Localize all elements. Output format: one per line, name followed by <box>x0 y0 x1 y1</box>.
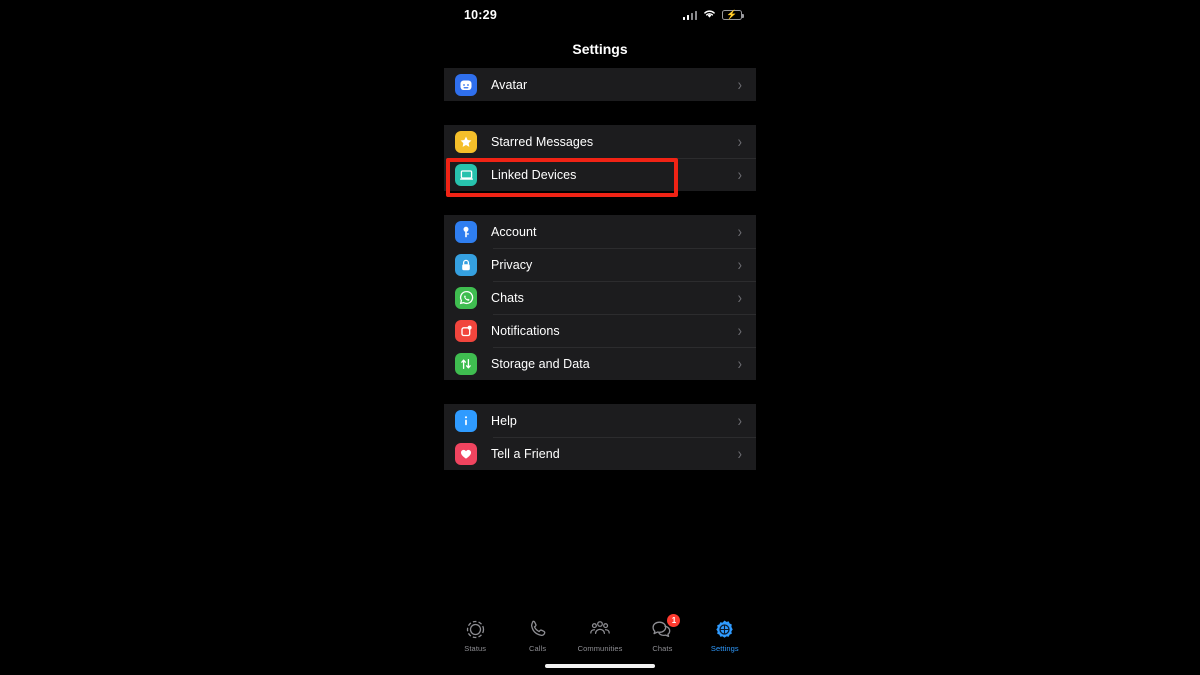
tab-communities[interactable]: Communities <box>569 617 631 653</box>
chevron-right-icon: › <box>737 288 742 307</box>
tab-label: Status <box>464 644 487 653</box>
tab-calls[interactable]: Calls <box>506 617 568 653</box>
settings-row-storage-and-data[interactable]: Storage and Data › <box>444 347 756 380</box>
settings-row-label: Privacy <box>491 257 533 272</box>
settings-group-shortcuts: Starred Messages › Linked Devices › <box>444 125 756 191</box>
settings-row-chats[interactable]: Chats › <box>444 281 756 314</box>
gear-icon <box>714 617 735 641</box>
tab-label: Chats <box>652 644 673 653</box>
settings-group-profile: Avatar › <box>444 68 756 101</box>
chevron-right-icon: › <box>737 75 742 94</box>
settings-row-notifications[interactable]: Notifications › <box>444 314 756 347</box>
chevron-right-icon: › <box>737 411 742 430</box>
phone-screen: 10:29 ⚡ Settings Avatar › Starred Messages… <box>444 0 756 675</box>
arrows-updown-icon <box>455 352 477 375</box>
chevron-right-icon: › <box>737 444 742 463</box>
settings-row-avatar[interactable]: Avatar › <box>444 68 756 101</box>
info-icon <box>455 409 477 432</box>
tab-label: Settings <box>710 644 739 653</box>
settings-row-starred-messages[interactable]: Starred Messages › <box>444 125 756 158</box>
chevron-right-icon: › <box>737 132 742 151</box>
chat-bubbles-icon: 1 <box>651 614 681 641</box>
wifi-icon <box>702 6 717 24</box>
avatar-icon <box>455 73 477 96</box>
settings-row-help[interactable]: Help › <box>444 404 756 437</box>
tab-settings[interactable]: Settings <box>694 617 756 653</box>
settings-row-privacy[interactable]: Privacy › <box>444 248 756 281</box>
phone-icon <box>528 617 548 641</box>
chevron-right-icon: › <box>737 354 742 373</box>
settings-row-label: Linked Devices <box>491 167 577 182</box>
heart-icon <box>455 442 477 465</box>
status-bar-icons: ⚡ <box>682 6 744 24</box>
status-bar-time: 10:29 <box>464 8 497 22</box>
lock-icon <box>455 253 477 276</box>
status-rings-icon <box>465 617 486 641</box>
settings-row-label: Starred Messages <box>491 134 594 149</box>
key-icon <box>455 220 477 243</box>
settings-row-label: Notifications <box>491 323 560 338</box>
whatsapp-chat-icon <box>455 286 477 309</box>
navigation-bar: Settings <box>444 30 756 68</box>
settings-row-linked-devices[interactable]: Linked Devices › <box>444 158 756 191</box>
page-title: Settings <box>572 41 628 57</box>
chevron-right-icon: › <box>737 165 742 184</box>
settings-row-account[interactable]: Account › <box>444 215 756 248</box>
star-icon <box>455 130 477 153</box>
communities-icon <box>589 617 611 641</box>
status-bar: 10:29 ⚡ <box>444 0 756 30</box>
tab-chats[interactable]: 1 Chats <box>631 614 693 653</box>
settings-row-label: Tell a Friend <box>491 446 560 461</box>
group-spacer <box>444 191 756 215</box>
battery-charging-icon: ⚡ <box>722 10 744 20</box>
settings-list: Avatar › Starred Messages › Linked Devices › A… <box>444 68 756 470</box>
tab-label: Communities <box>577 644 623 653</box>
chevron-right-icon: › <box>737 255 742 274</box>
home-indicator <box>545 664 655 668</box>
settings-row-label: Account <box>491 224 537 239</box>
notification-icon <box>455 319 477 342</box>
settings-row-label: Storage and Data <box>491 356 590 371</box>
tab-badge: 1 <box>667 614 681 627</box>
settings-row-label: Chats <box>491 290 524 305</box>
settings-group-preferences: Account › Privacy › Chats › Notifications › Stor… <box>444 215 756 380</box>
bottom-tab-bar[interactable]: Status Calls Communities 1 Chats Settings <box>444 609 756 675</box>
tab-status[interactable]: Status <box>444 617 506 653</box>
group-spacer <box>444 101 756 125</box>
tab-label: Calls <box>529 644 547 653</box>
settings-row-label: Avatar <box>491 77 528 92</box>
chevron-right-icon: › <box>737 222 742 241</box>
settings-row-label: Help <box>491 413 517 428</box>
laptop-icon <box>455 163 477 186</box>
cellular-signal-icon <box>682 10 697 20</box>
chevron-right-icon: › <box>737 321 742 340</box>
group-spacer <box>444 380 756 404</box>
settings-group-support: Help › Tell a Friend › <box>444 404 756 470</box>
settings-row-tell-a-friend[interactable]: Tell a Friend › <box>444 437 756 470</box>
